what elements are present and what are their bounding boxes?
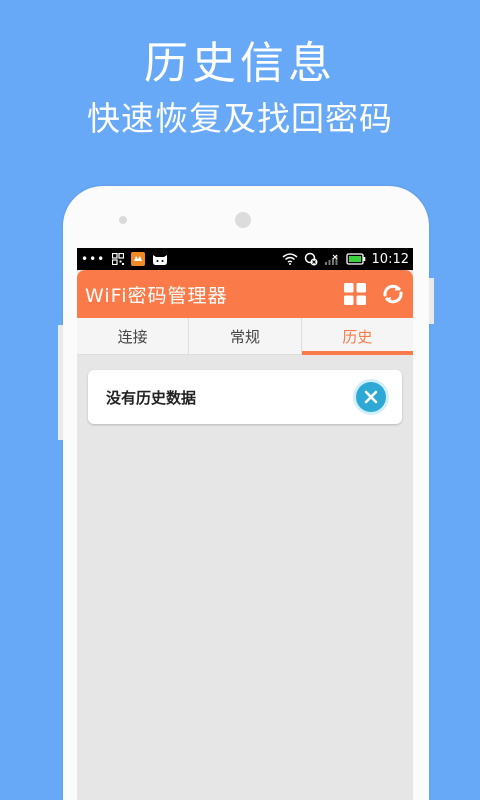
game-app-icon <box>131 252 146 266</box>
phone-side-button-right <box>429 278 434 324</box>
tab-bar: 连接 常规 历史 <box>77 318 413 355</box>
status-time: 10:12 <box>371 251 409 267</box>
cat-app-icon <box>153 255 168 265</box>
empty-message: 没有历史数据 <box>106 388 197 407</box>
phone-sensor <box>119 216 127 224</box>
more-dots-icon: ••• <box>81 252 106 266</box>
qr-icon <box>112 253 125 265</box>
dismiss-button[interactable] <box>356 382 386 412</box>
grid-icon[interactable] <box>343 282 367 306</box>
tab-connect[interactable]: 连接 <box>77 318 188 354</box>
refresh-icon[interactable] <box>381 282 405 306</box>
signal-icon <box>324 254 338 265</box>
app-title: WiFi密码管理器 <box>85 284 228 307</box>
status-bar: ••• 10:12 <box>77 248 413 270</box>
close-icon <box>364 390 378 404</box>
history-empty-card: 没有历史数据 <box>88 370 402 424</box>
phone-camera <box>235 212 251 228</box>
tab-general[interactable]: 常规 <box>188 318 300 354</box>
wifi-icon <box>282 253 298 265</box>
tab-history[interactable]: 历史 <box>300 318 413 355</box>
sync-icon <box>304 252 318 266</box>
promo-title: 历史信息 <box>144 38 336 89</box>
battery-icon <box>345 253 365 265</box>
phone-side-button-left <box>58 325 63 440</box>
app-bar: WiFi密码管理器 <box>77 270 413 318</box>
phone-screen: ••• 10:12 WiFi密码管理器 连接 常规 历史 没有历史数据 <box>77 248 413 800</box>
promo-subtitle: 快速恢复及找回密码 <box>87 99 393 138</box>
